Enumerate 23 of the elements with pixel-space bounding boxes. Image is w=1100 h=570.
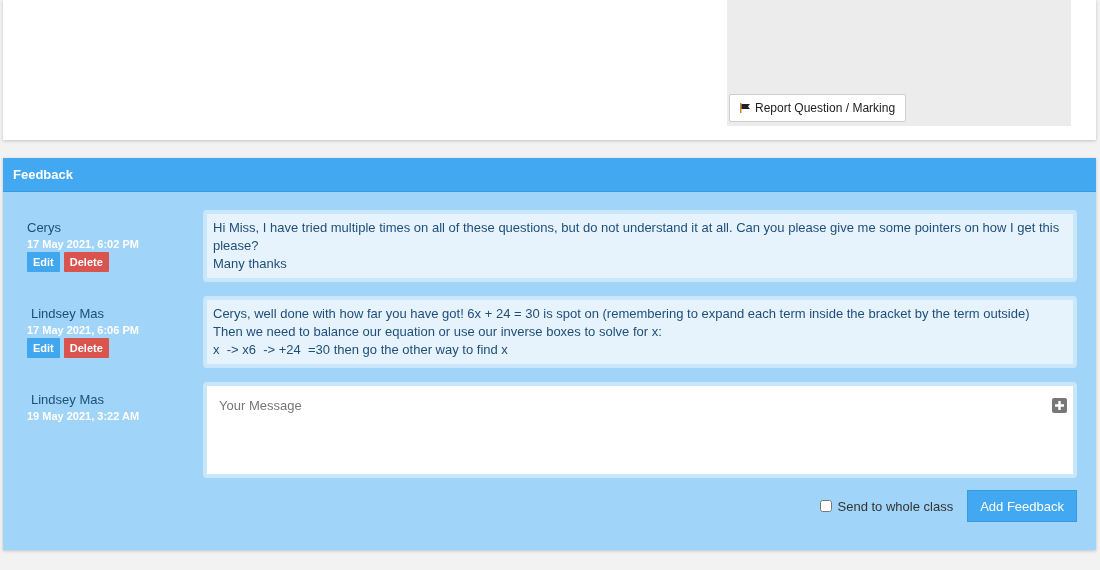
author-name: Cerys: [27, 220, 61, 235]
message-field[interactable]: Your Message: [203, 382, 1077, 478]
checkbox-label: Send to whole class: [837, 498, 954, 514]
message-text: Then we need to balance our equation or use our inverse boxes to solve for x:: [213, 323, 663, 341]
edit-button[interactable]: Edit: [27, 252, 60, 272]
delete-button[interactable]: Delete: [63, 252, 109, 272]
message-text: x -> x6 -> +24 =30 then go the other way to find x: [213, 341, 509, 359]
message-text: Many thanks: [213, 255, 288, 273]
report-button[interactable]: Report Question / Marking: [729, 94, 907, 122]
message-text: Cerys, well done with how far you have got! 6x + 24 = 30 is spot on (remembering to expand each term inside the bracket by the term outside): [213, 305, 1031, 323]
message-date: 17 May 2021, 6:06 PM: [27, 324, 139, 336]
add-icon[interactable]: [1052, 398, 1067, 413]
author-name: Lindsey Mas: [30, 306, 104, 321]
add-feedback-button[interactable]: Add Feedback: [967, 490, 1077, 522]
edit-button[interactable]: Edit: [27, 338, 60, 358]
message-date: 19 May 2021, 3:22 AM: [27, 410, 140, 422]
flag-icon: [740, 103, 751, 113]
delete-button[interactable]: Delete: [63, 338, 109, 358]
send-checkbox[interactable]: [819, 500, 832, 512]
author-name: Lindsey Mas: [30, 392, 104, 407]
message-text: Hi Miss, I have tried multiple times on all of these questions, but do not understand it at all. Can you please give me some pointers on how I get this please?: [213, 219, 1061, 255]
panel-title: Feedback: [3, 158, 1096, 192]
message-date: 17 May 2021, 6:02 PM: [27, 238, 139, 250]
